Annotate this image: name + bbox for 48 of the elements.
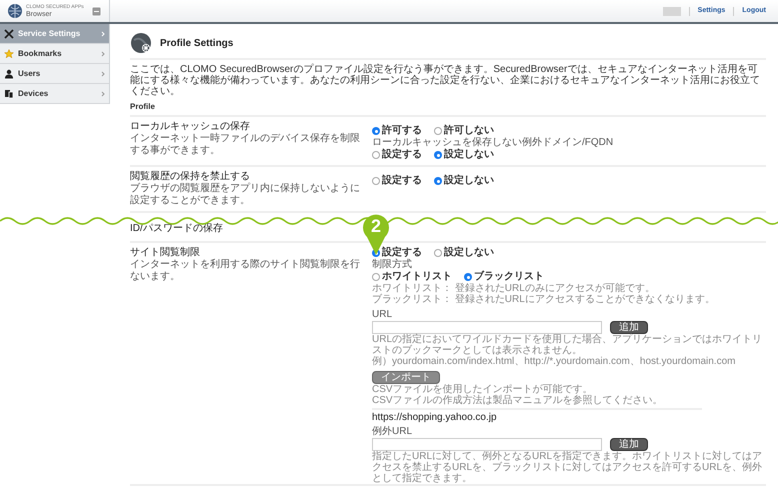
radio-option[interactable]: 設定する (372, 149, 422, 161)
radio-option[interactable]: 設定する (372, 175, 422, 187)
devices-icon (4, 88, 14, 98)
chevron-icon (101, 30, 105, 36)
listed-url: https://shopping.yahoo.co.jp (372, 412, 497, 424)
add-button[interactable]: 追加 (610, 438, 648, 451)
setting-description: インターネット一時ファイルのデバイス保存を制限する事ができます。 (130, 133, 360, 157)
step-number: 2 (370, 217, 382, 235)
section-heading: Profile (130, 101, 766, 117)
chevron-icon (101, 90, 105, 96)
user-avatar-placeholder (662, 6, 681, 16)
radio-option[interactable]: 設定しない (434, 149, 494, 161)
setting-description: インターネットを利用する際のサイト閲覧制限を行ないます。 (130, 259, 360, 283)
user-icon (4, 68, 14, 78)
radio-option[interactable]: 許可しない (434, 125, 494, 137)
radio-option[interactable]: 許可する (372, 125, 422, 137)
star-icon (4, 48, 14, 58)
field-label: 例外URL (372, 426, 414, 438)
page-title: Profile Settings (160, 36, 234, 50)
setting-description: ブラウザの閲覧履歴をアプリ内に保持しないように設定することができます。 (130, 183, 360, 207)
field-label: ローカルキャッシュを保存しない例外ドメイン/FQDN (372, 137, 614, 148)
globe-logo-icon (8, 4, 22, 18)
tools-icon (4, 28, 14, 38)
chevron-icon (101, 50, 105, 56)
help-text: CSVファイルの作成方法は製品マニュアルを参照してください。 (372, 395, 664, 406)
text-input-field[interactable] (372, 321, 602, 334)
setting-title: 閲覧履歴の保持を禁止する (130, 171, 251, 182)
profile-gear-icon (130, 32, 152, 54)
help-text: URLの指定においてワイルドカードを使用した場合、アプリケーションではホワイトリストのブックマークとしては表示されません。 (372, 334, 764, 356)
field-label: URL (372, 309, 394, 321)
help-text: ホワイトリスト： 登録されたURLのみにアクセスが可能です。 (372, 283, 656, 294)
text-input-field[interactable] (372, 438, 602, 451)
help-text: 例）yourdomain.com/index.html、http://*.yourdomain.com、host.yourdomain.com (372, 356, 736, 367)
help-text: 指定したURLに対して、例外となるURLを指定できます。ホワイトリストに対してはアクセスを禁止するURLを、ブラックリストに対してはアクセスを許可するURLを、例外として指定できます。 (372, 451, 764, 484)
help-text: ブラックリスト： 登録されたURLにアクセスすることができなくなります。 (372, 294, 716, 305)
setting-title: ローカルキャッシュの保存 (130, 121, 251, 132)
collapse-icon[interactable] (92, 6, 101, 16)
setting-title: ID/パスワードの保存 (130, 223, 223, 234)
radio-option[interactable]: 設定しない (434, 247, 494, 259)
add-button[interactable]: 追加 (610, 321, 648, 334)
radio-option[interactable]: ホワイトリスト (372, 271, 452, 283)
help-text: CSVファイルを使用したインポートが可能です。 (372, 384, 594, 395)
setting-title: サイト閲覧制限 (130, 247, 201, 259)
chevron-icon (101, 70, 105, 76)
intro-text: ここでは、CLOMO SecuredBrowserのプロファイル設定を行なう事ができます。SecuredBrowserでは、セキュアなインターネット活用を可能にする様々な機能が備わっています。あなたの利用シーンに合った設定を行ない、企業におけるセキュアなインターネット活用にお役立てください。 (130, 64, 761, 97)
field-label: 制限方式 (372, 259, 413, 271)
radio-option[interactable]: 設定しない (434, 175, 494, 187)
radio-option[interactable]: ブラックリスト (464, 271, 544, 283)
